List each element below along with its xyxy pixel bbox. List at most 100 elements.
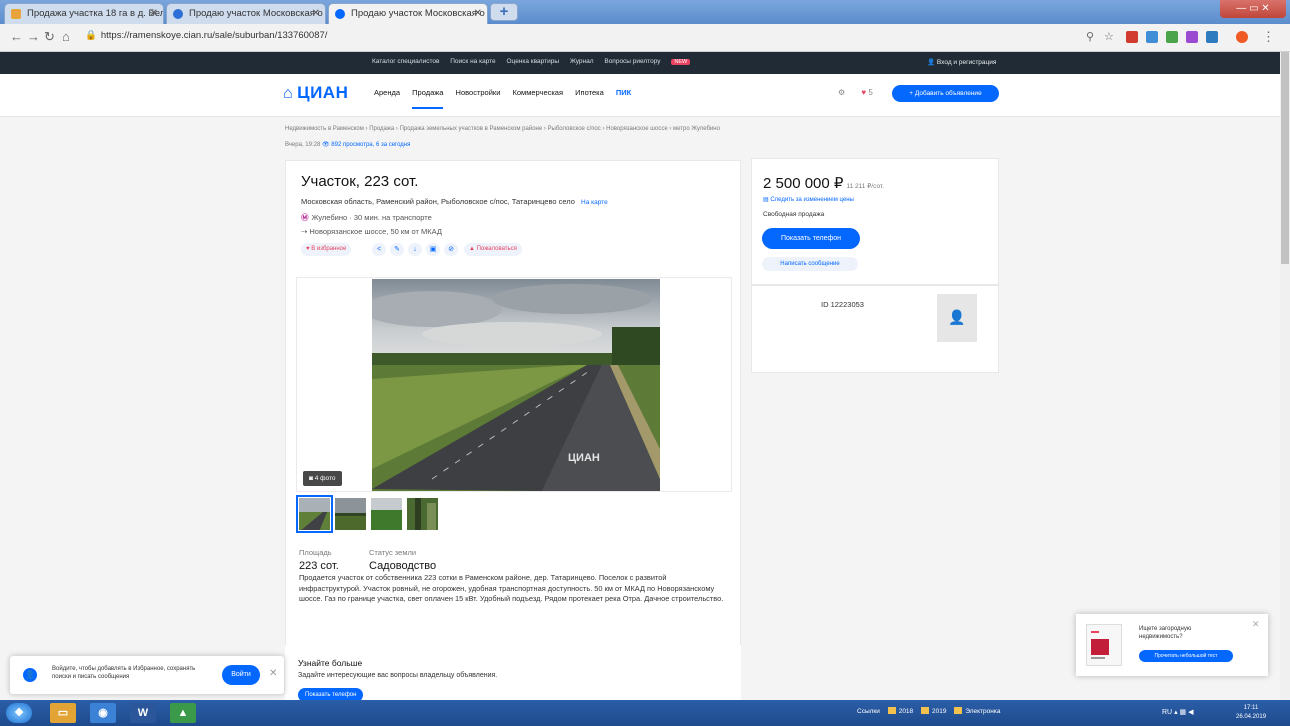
thumbnail[interactable] <box>334 497 367 531</box>
home-icon[interactable]: ⌂ <box>62 30 70 44</box>
language-indicator[interactable]: RU ▴ ▦ ◀ <box>1162 708 1194 716</box>
extension-icon[interactable] <box>1146 31 1158 43</box>
top-link[interactable]: Журнал <box>570 58 594 65</box>
agent-box: ID 12223053 👤 <box>751 285 999 373</box>
top-link[interactable]: Поиск на карте <box>450 58 495 65</box>
menu-dots-icon[interactable]: ⋮ <box>1262 30 1275 44</box>
close-tab-icon[interactable]: ✕ <box>474 4 482 24</box>
page-scrollbar[interactable] <box>1280 52 1290 700</box>
address-text[interactable]: Московская область, Раменский район, Рыб… <box>301 197 575 206</box>
word-icon[interactable]: W <box>130 703 156 723</box>
image-viewer-icon[interactable]: ▲ <box>170 703 196 723</box>
hide-icon[interactable]: ⊘ <box>444 243 458 256</box>
close-icon[interactable]: ✕ <box>269 668 277 679</box>
photo-count-badge[interactable]: ◙ 4 фото <box>303 471 342 486</box>
updated-time: Вчера, 19:28 <box>285 142 321 148</box>
nav-item-pik[interactable]: ПИК <box>616 88 631 97</box>
reload-icon[interactable]: ↻ <box>44 30 55 44</box>
profile-icon[interactable] <box>1236 31 1248 43</box>
write-message-button[interactable]: Написать сообщение <box>762 257 858 271</box>
nav-item-commercial[interactable]: Коммерческая <box>513 88 564 97</box>
nav-item-newbuildings[interactable]: Новостройки <box>456 88 501 97</box>
address-bar: ← → ↻ ⌂ 🔒 https://ramenskoye.cian.ru/sale… <box>0 24 1290 52</box>
tab-title: Продаю участок Московская о <box>351 8 485 19</box>
folder-2019[interactable]: 2019 <box>932 708 946 715</box>
chrome-icon[interactable]: ◉ <box>90 703 116 723</box>
user-icon: 👤 <box>23 668 37 682</box>
start-button[interactable]: ❖ <box>6 703 32 723</box>
forward-arrow-icon[interactable]: → <box>27 30 40 44</box>
settings-icon[interactable]: ⚙ <box>838 88 845 97</box>
login-button[interactable]: Войти <box>222 665 260 685</box>
cian-favicon-icon <box>335 9 345 19</box>
top-links: Каталог специалистов Поиск на карте Оцен… <box>372 58 699 65</box>
clock-time: 17:11 <box>1243 705 1259 711</box>
show-phone-button[interactable]: Показать телефон <box>762 228 860 249</box>
new-tab-button[interactable]: + <box>490 3 518 21</box>
window-controls[interactable]: — ▭ ✕ <box>1220 0 1286 18</box>
listing-meta: Вчера, 19:28 👁 892 просмотра, 6 за сегод… <box>285 141 410 148</box>
breadcrumb[interactable]: Недвижимость в Раменском › Продажа › Про… <box>285 126 720 132</box>
favorites-count: 5 <box>868 88 873 97</box>
metro-icon: Ⓜ <box>301 213 309 222</box>
extension-icon[interactable] <box>1206 31 1218 43</box>
thumbnail[interactable] <box>406 497 439 531</box>
site-favicon-icon <box>11 9 21 19</box>
top-link[interactable]: Оценка квартиры <box>506 58 559 65</box>
description: Продается участок от собственника 223 со… <box>299 573 724 603</box>
price-watch-label: Следить за изменением цены <box>770 197 854 203</box>
complain-button[interactable]: ▲ Пожаловаться <box>464 243 522 256</box>
bookmark-star-icon[interactable]: ☆ <box>1104 30 1114 44</box>
nav-item-sale[interactable]: Продажа <box>412 88 444 109</box>
add-listing-button[interactable]: + Добавить объявление <box>892 85 999 102</box>
favorites-heart-icon[interactable]: ♥ <box>861 88 866 97</box>
close-tab-icon[interactable]: ✕ <box>312 4 320 24</box>
thumbnail-image <box>407 498 438 530</box>
download-icon[interactable]: ↓ <box>408 243 422 256</box>
metro-name[interactable]: Жулебино <box>312 213 348 222</box>
price-watch-link[interactable]: ▤ Следить за изменением цены <box>763 196 854 203</box>
url-text: https://ramenskoye.cian.ru/sale/suburban… <box>100 30 328 41</box>
thumbnail[interactable] <box>296 495 333 533</box>
cian-logo[interactable]: ⌂ ЦИАН <box>283 83 348 103</box>
user-placeholder-icon: 👤 <box>948 309 966 325</box>
print-icon[interactable]: ▣ <box>426 243 440 256</box>
folder-electronics[interactable]: Электронка <box>965 708 1000 715</box>
volume-icon[interactable]: ◀ <box>1188 709 1193 716</box>
main-photo[interactable]: ЦИАН <box>372 279 660 491</box>
thumbnail[interactable] <box>370 497 403 531</box>
url-field[interactable]: 🔒 https://ramenskoye.cian.ru/sale/suburba… <box>85 30 327 41</box>
close-icon[interactable]: ✕ <box>1252 619 1260 630</box>
scrollbar-thumb[interactable] <box>1281 52 1289 264</box>
photo-count-label: 4 фото <box>314 475 336 482</box>
browser-tab[interactable]: Продаю участок Московская о ✕ <box>166 3 326 24</box>
top-link[interactable]: Каталог специалистов <box>372 58 439 65</box>
zoom-icon[interactable]: ⚲ <box>1086 30 1094 44</box>
eye-icon: 👁 <box>321 142 332 148</box>
top-link[interactable]: Вопросы риелтору <box>604 58 660 65</box>
extension-icon[interactable] <box>1186 31 1198 43</box>
extension-icon[interactable] <box>1126 31 1138 43</box>
views-count[interactable]: 892 просмотра, 6 за сегодня <box>331 142 410 148</box>
share-icon[interactable]: < <box>372 243 386 256</box>
close-tab-icon[interactable]: ✕ <box>150 4 158 24</box>
browser-tab[interactable]: Продажа участка 18 га в д. Бел ✕ <box>4 3 164 24</box>
clock[interactable]: 17:11 26.04.2019 <box>1236 704 1266 722</box>
nav-item-rent[interactable]: Аренда <box>374 88 400 97</box>
network-icon[interactable]: ▦ <box>1180 709 1187 716</box>
browser-tab-active[interactable]: Продаю участок Московская о ✕ <box>328 3 488 24</box>
learn-more-heading: Узнайте больше <box>298 658 363 668</box>
folder-2018[interactable]: 2018 <box>899 708 913 715</box>
extension-icon[interactable] <box>1166 31 1178 43</box>
login-popup-text: Войдите, чтобы добавлять в Избранное, со… <box>52 666 196 680</box>
login-link[interactable]: 👤 Вход и регистрация <box>927 58 996 66</box>
explorer-icon[interactable]: ▭ <box>50 703 76 723</box>
back-arrow-icon[interactable]: ← <box>10 30 23 44</box>
nav-item-mortgage[interactable]: Ипотека <box>575 88 604 97</box>
on-map-link[interactable]: На карте <box>581 199 608 206</box>
show-phone-button-bottom[interactable]: Показать телефон <box>298 688 364 700</box>
ad-button[interactable]: Прочитать небольшой тест <box>1139 650 1233 662</box>
fact-label-land-status: Статус земли <box>369 548 417 557</box>
edit-icon[interactable]: ✎ <box>390 243 404 256</box>
add-to-favorites-button[interactable]: ♥ В избранное <box>301 243 352 256</box>
